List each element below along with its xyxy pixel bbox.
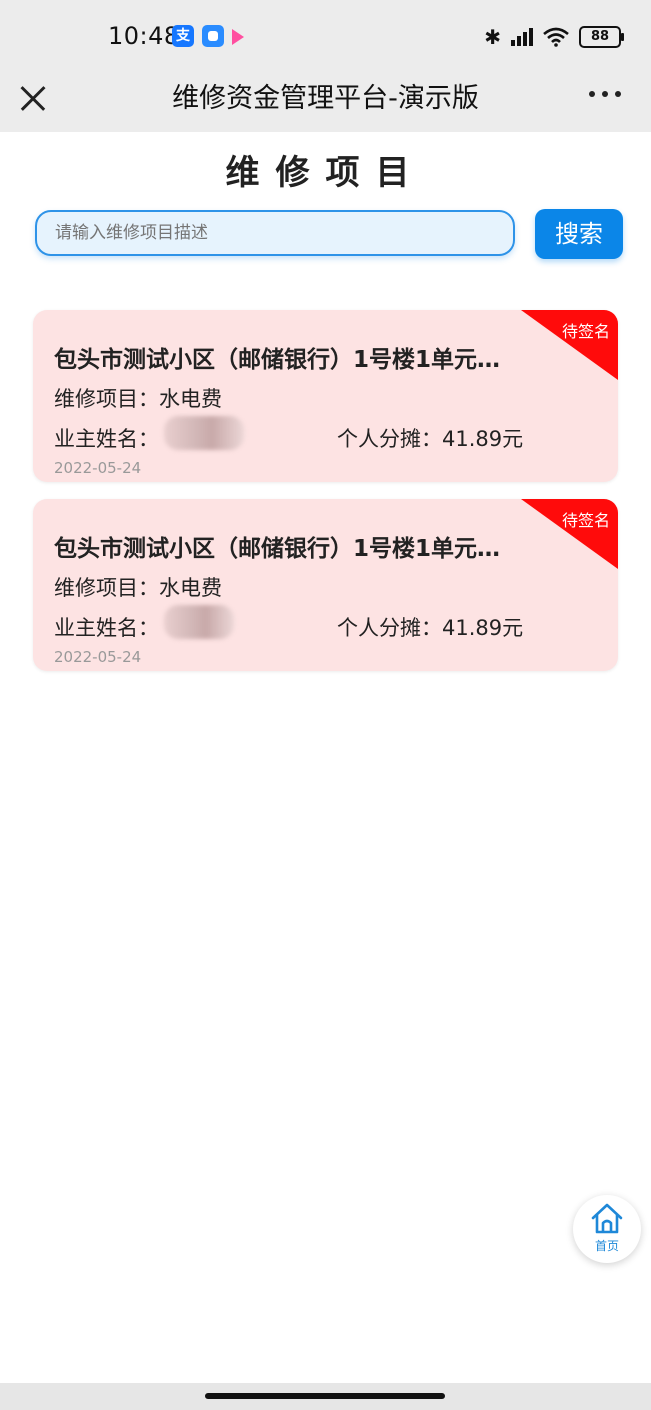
gesture-bar [0, 1383, 651, 1410]
project-item-label: 维修项目： [54, 387, 159, 411]
alipay-icon: 支 [172, 25, 194, 47]
project-item: 维修项目：水电费 [54, 383, 222, 413]
personal-share: 个人分摊：41.89元 [337, 612, 523, 642]
owner-name-label: 业主姓名： [54, 616, 159, 640]
battery-icon: 88 [579, 26, 624, 48]
search-button[interactable]: 搜索 [535, 209, 623, 259]
more-icon[interactable] [589, 91, 621, 97]
project-item: 维修项目：水电费 [54, 572, 222, 602]
project-item-label: 维修项目： [54, 576, 159, 600]
home-icon [591, 1203, 623, 1234]
status-icons: ✱ 88 [484, 24, 624, 50]
status-badge: 待签名 [561, 322, 610, 341]
nav-bar: 维修资金管理平台-演示版 [0, 70, 651, 132]
signal-icon [511, 28, 533, 46]
nav-title: 维修资金管理平台-演示版 [172, 83, 479, 114]
page-title: 维修项目 [225, 153, 426, 193]
share-value: 41.89元 [442, 427, 524, 451]
share-label: 个人分摊： [337, 427, 442, 451]
home-indicator[interactable] [205, 1393, 445, 1399]
chat-app-icon [202, 25, 224, 47]
status-badge: 待签名 [561, 511, 610, 530]
home-label: 首页 [594, 1239, 619, 1253]
video-app-icon [232, 29, 244, 45]
status-bar: 10:48 支 ✱ 88 [0, 0, 651, 70]
share-value: 41.89元 [442, 616, 524, 640]
project-card[interactable]: 待签名 包头市测试小区（邮储银行）1号楼1单元… 维修项目：水电费 业主姓名： … [33, 499, 618, 671]
home-button[interactable]: 首页 [573, 1195, 641, 1263]
project-title: 包头市测试小区（邮储银行）1号楼1单元… [54, 347, 501, 373]
search-input[interactable] [35, 210, 515, 256]
project-card[interactable]: 待签名 包头市测试小区（邮储银行）1号楼1单元… 维修项目：水电费 业主姓名： … [33, 310, 618, 482]
share-label: 个人分摊： [337, 616, 442, 640]
bluetooth-icon: ✱ [484, 25, 501, 49]
project-date: 2022-05-24 [54, 648, 142, 666]
owner-name-blurred [164, 605, 234, 639]
wifi-icon [543, 27, 569, 47]
project-date: 2022-05-24 [54, 459, 142, 477]
owner-name-label: 业主姓名： [54, 427, 159, 451]
project-item-value: 水电费 [159, 387, 222, 411]
status-time: 10:48 [108, 22, 180, 50]
owner-name-blurred [164, 416, 244, 450]
personal-share: 个人分摊：41.89元 [337, 423, 523, 453]
project-item-value: 水电费 [159, 576, 222, 600]
project-title: 包头市测试小区（邮储银行）1号楼1单元… [54, 536, 501, 562]
